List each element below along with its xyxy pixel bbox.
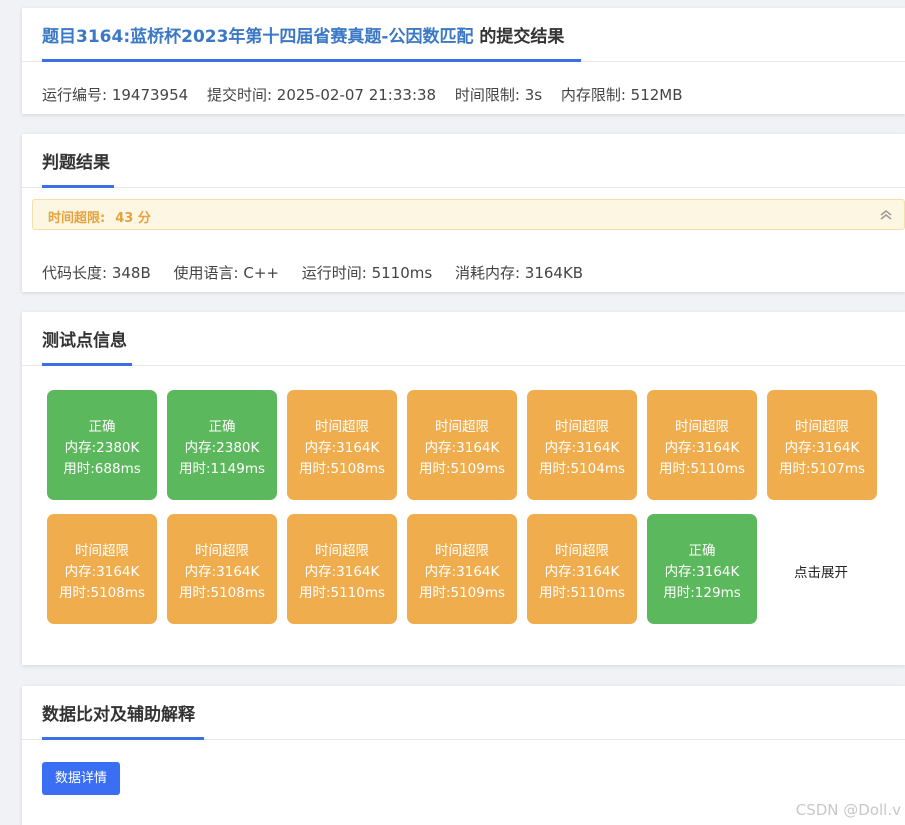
memory-limit: 内存限制: 512MB	[560, 86, 683, 104]
testcase-memory: 内存:3164K	[784, 440, 860, 456]
testcase-status: 正确	[208, 419, 236, 435]
section-title: 判题结果	[42, 153, 110, 173]
testcase-time: 用时:5108ms	[178, 585, 266, 601]
testcase-status: 时间超限	[675, 419, 729, 435]
testcase-status: 时间超限	[315, 543, 369, 559]
testcase-status: 时间超限	[435, 543, 489, 559]
time-limit: 时间限制: 3s	[454, 86, 543, 104]
testcase-tile[interactable]: 时间超限内存:3164K 用时:5110ms	[287, 514, 397, 624]
testcase-time: 用时:5110ms	[658, 461, 746, 477]
judge-info-row: 代码长度: 348B 使用语言: C++ 运行时间: 5110ms 消耗内存: …	[42, 262, 597, 283]
page-title-suffix: 的提交结果	[473, 27, 565, 47]
testcase-tile[interactable]: 时间超限内存:3164K 用时:5108ms	[47, 514, 157, 624]
testcase-time: 用时:5108ms	[58, 585, 146, 601]
testcase-tile[interactable]: 正确内存:2380K 用时:1149ms	[167, 390, 277, 500]
title-underline	[42, 59, 581, 62]
testcase-memory: 内存:3164K	[664, 440, 740, 456]
data-compare-header: 数据比对及辅助解释	[22, 686, 905, 740]
testcase-time: 用时:1149ms	[178, 461, 266, 477]
section-title: 测试点信息	[42, 331, 127, 351]
run-id: 运行编号: 19473954	[42, 86, 189, 104]
testcase-memory: 内存:3164K	[544, 440, 620, 456]
testcase-memory: 内存:3164K	[424, 440, 500, 456]
testcase-time: 用时:5110ms	[538, 585, 626, 601]
testcase-memory: 内存:3164K	[664, 564, 740, 580]
testcase-tile[interactable]: 时间超限内存:3164K 用时:5107ms	[767, 390, 877, 500]
testcase-status: 正确	[88, 419, 116, 435]
memory-used: 消耗内存: 3164KB	[454, 264, 584, 282]
testcase-memory: 内存:3164K	[424, 564, 500, 580]
testcase-tile[interactable]: 时间超限内存:3164K 用时:5110ms	[647, 390, 757, 500]
testcase-memory: 内存:3164K	[64, 564, 140, 580]
data-compare-card: 数据比对及辅助解释 数据详情	[22, 686, 905, 825]
testcase-tile[interactable]: 时间超限内存:3164K 用时:5108ms	[167, 514, 277, 624]
testcase-header: 测试点信息	[22, 312, 905, 366]
testcase-card: 测试点信息 正确 内存:2380K 用时:688ms 正确 内存:2380K 用时:114…	[22, 312, 905, 665]
title-underline	[42, 363, 132, 366]
testcase-tile[interactable]: 正确内存:2380K 用时:688ms	[47, 390, 157, 500]
title-underline	[42, 185, 114, 188]
verdict-text: 时间超限: 43 分	[48, 207, 151, 226]
testcase-time: 用时:5110ms	[298, 585, 386, 601]
submission-card: 题目3164:蓝桥杯2023年第十四届省赛真题-公因数匹配 的提交结果 运行编号…	[22, 8, 905, 114]
watermark: CSDN @Doll.v	[795, 801, 901, 819]
testcase-status: 时间超限	[795, 419, 849, 435]
testcase-tile[interactable]: 时间超限内存:3164K 用时:5108ms	[287, 390, 397, 500]
verdict-score: 43 分	[115, 211, 151, 226]
title-underline	[42, 737, 204, 740]
testcase-status: 时间超限	[315, 419, 369, 435]
data-detail-button[interactable]: 数据详情	[42, 762, 121, 795]
testcase-tile[interactable]: 时间超限内存:3164K 用时:5104ms	[527, 390, 637, 500]
testcase-tile[interactable]: 时间超限内存:3164K 用时:5109ms	[407, 390, 517, 500]
testcase-tile[interactable]: 时间超限内存:3164K 用时:5110ms	[527, 514, 637, 624]
testcase-status: 正确	[688, 543, 716, 559]
testcase-status: 时间超限	[195, 543, 249, 559]
verdict-status: 时间超限:	[48, 211, 106, 226]
testcase-time: 用时:5104ms	[538, 461, 626, 477]
testcase-time: 用时:688ms	[63, 461, 141, 477]
testcase-time: 用时:5107ms	[778, 461, 866, 477]
testcase-memory: 内存:3164K	[304, 564, 380, 580]
testcase-time: 用时:5109ms	[418, 461, 506, 477]
code-length: 代码长度: 348B	[42, 264, 151, 282]
submission-info-row: 运行编号: 19473954 提交时间: 2025-02-07 21:33:38…	[42, 84, 697, 105]
expand-link[interactable]: 点击展开	[794, 561, 848, 581]
page-title: 题目3164:蓝桥杯2023年第十四届省赛真题-公因数匹配 的提交结果	[42, 22, 564, 47]
problem-title-link[interactable]: 题目3164:蓝桥杯2023年第十四届省赛真题-公因数匹配	[42, 27, 473, 47]
verdict-bar[interactable]: 时间超限: 43 分	[32, 199, 905, 230]
testcase-memory: 内存:3164K	[304, 440, 380, 456]
testcase-time: 用时:5109ms	[418, 585, 506, 601]
testcase-time: 用时:5108ms	[298, 461, 386, 477]
testcase-status: 时间超限	[555, 419, 609, 435]
double-chevron-up-icon[interactable]	[878, 207, 894, 223]
testcase-status: 时间超限	[435, 419, 489, 435]
testcase-tile[interactable]: 正确内存:3164K 用时:129ms	[647, 514, 757, 624]
run-time: 运行时间: 5110ms	[301, 264, 433, 282]
testcase-status: 时间超限	[555, 543, 609, 559]
submit-time: 提交时间: 2025-02-07 21:33:38	[206, 86, 437, 104]
testcase-time: 用时:129ms	[663, 585, 741, 601]
testcase-memory: 内存:2380K	[184, 440, 260, 456]
testcase-memory: 内存:2380K	[64, 440, 140, 456]
testcase-memory: 内存:3164K	[184, 564, 260, 580]
testcase-status: 时间超限	[75, 543, 129, 559]
section-title: 数据比对及辅助解释	[42, 705, 195, 725]
judge-result-header: 判题结果	[22, 134, 905, 188]
submission-header: 题目3164:蓝桥杯2023年第十四届省赛真题-公因数匹配 的提交结果	[22, 8, 905, 62]
testcase-tile[interactable]: 时间超限内存:3164K 用时:5109ms	[407, 514, 517, 624]
judge-result-card: 判题结果 时间超限: 43 分 代码长度: 348B 使用语言: C++ 运行时间…	[22, 134, 905, 292]
testcase-memory: 内存:3164K	[544, 564, 620, 580]
language: 使用语言: C++	[173, 264, 279, 282]
